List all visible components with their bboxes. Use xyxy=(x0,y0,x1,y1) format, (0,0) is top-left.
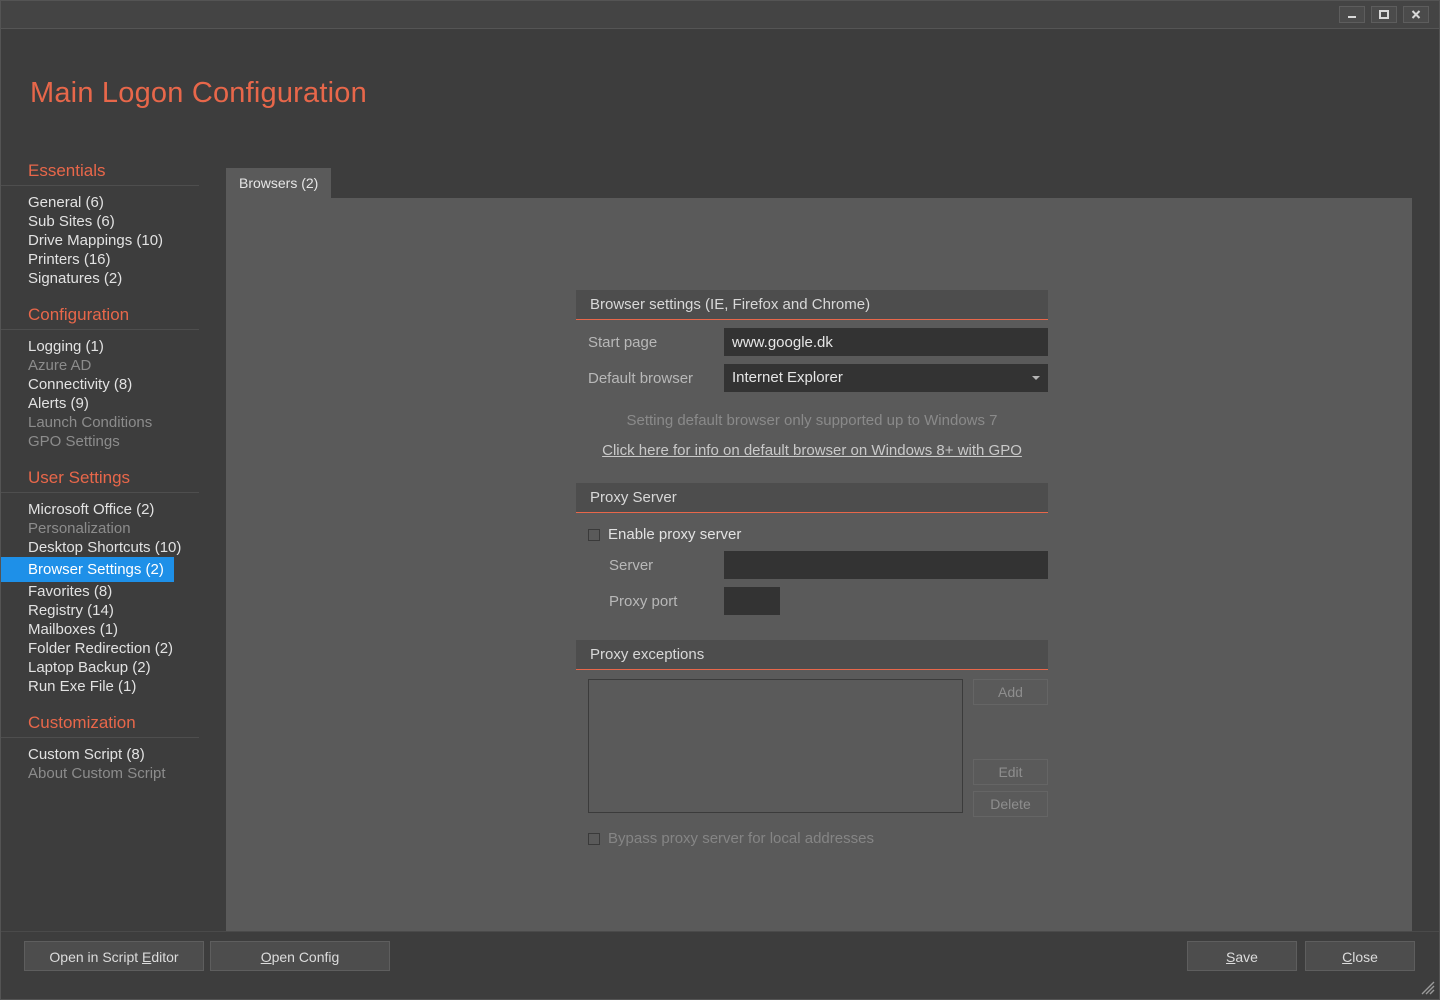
edit-button[interactable]: Edit xyxy=(973,759,1048,785)
sidebar-heading-configuration: Configuration xyxy=(1,305,199,330)
sidebar-heading-customization: Customization xyxy=(1,713,199,738)
sidebar-group-customization: Customization Custom Script (8) About Cu… xyxy=(1,713,213,783)
minimize-icon[interactable] xyxy=(1339,6,1365,23)
maximize-icon[interactable] xyxy=(1371,6,1397,23)
content-panel: Browser settings (IE, Firefox and Chrome… xyxy=(226,198,1412,950)
start-page-input[interactable] xyxy=(724,328,1048,356)
close-icon[interactable] xyxy=(1403,6,1429,23)
default-browser-row: Default browser Internet Explorer xyxy=(576,364,1048,392)
proxy-port-row: Proxy port xyxy=(576,587,1048,615)
enable-proxy-row[interactable]: Enable proxy server xyxy=(576,526,1048,543)
close-label: Close xyxy=(1342,949,1378,965)
page-title: Main Logon Configuration xyxy=(30,77,367,109)
sidebar: Essentials General (6) Sub Sites (6) Dri… xyxy=(1,161,213,800)
bypass-proxy-label: Bypass proxy server for local addresses xyxy=(608,830,874,847)
tab-browsers[interactable]: Browsers (2) xyxy=(226,168,332,198)
proxy-exceptions-buttons: Add Edit Delete xyxy=(973,679,1048,817)
start-page-row: Start page xyxy=(576,328,1048,356)
proxy-exceptions-body: Add Edit Delete xyxy=(576,679,1048,817)
application-window: Main Logon Configuration Essentials Gene… xyxy=(0,0,1440,1000)
proxy-port-label: Proxy port xyxy=(609,592,678,610)
resize-grip-icon[interactable] xyxy=(1421,981,1435,995)
enable-proxy-checkbox[interactable] xyxy=(588,528,600,541)
sidebar-item-run-exe-file[interactable]: Run Exe File (1) xyxy=(1,675,142,698)
browser-settings-section: Browser settings (IE, Firefox and Chrome… xyxy=(576,290,1048,459)
save-button[interactable]: Save xyxy=(1187,941,1297,971)
default-browser-select[interactable]: Internet Explorer xyxy=(724,364,1048,392)
proxy-server-header: Proxy Server xyxy=(576,483,1048,513)
footer-bar: Open in Script Editor Open Config Save C… xyxy=(1,931,1439,999)
sidebar-item-browser-settings[interactable]: Browser Settings (2) xyxy=(1,557,174,582)
default-browser-label: Default browser xyxy=(588,369,694,387)
sidebar-group-essentials: Essentials General (6) Sub Sites (6) Dri… xyxy=(1,161,213,288)
open-in-script-editor-label: Open in Script Editor xyxy=(49,949,179,965)
tab-strip: Browsers (2) xyxy=(226,168,332,198)
proxy-server-input[interactable] xyxy=(724,551,1048,579)
sidebar-group-configuration: Configuration Logging (1) Azure AD Conne… xyxy=(1,305,213,451)
default-browser-note: Setting default browser only supported u… xyxy=(626,412,998,429)
proxy-exceptions-section: Proxy exceptions Add Edit Delete Bypass … xyxy=(576,640,1048,847)
bypass-proxy-row[interactable]: Bypass proxy server for local addresses xyxy=(576,830,1048,847)
proxy-exceptions-listbox[interactable] xyxy=(588,679,963,813)
browser-settings-header: Browser settings (IE, Firefox and Chrome… xyxy=(576,290,1048,320)
gpo-info-link[interactable]: Click here for info on default browser o… xyxy=(576,442,1048,459)
sidebar-group-user-settings: User Settings Microsoft Office (2) Perso… xyxy=(1,468,213,696)
proxy-server-label: Server xyxy=(609,556,654,574)
chevron-down-icon xyxy=(1032,376,1040,380)
save-label: Save xyxy=(1226,949,1258,965)
open-config-button[interactable]: Open Config xyxy=(210,941,390,971)
open-config-label: Open Config xyxy=(260,949,340,965)
proxy-server-section: Proxy Server Enable proxy server Server … xyxy=(576,483,1048,615)
sidebar-item-desktop-shortcuts[interactable]: Desktop Shortcuts (10) xyxy=(1,536,187,559)
proxy-server-row: Server xyxy=(576,551,1048,579)
delete-button[interactable]: Delete xyxy=(973,791,1048,817)
default-browser-value: Internet Explorer xyxy=(732,369,843,386)
add-button[interactable]: Add xyxy=(973,679,1048,705)
bypass-proxy-checkbox[interactable] xyxy=(588,832,600,845)
sidebar-item-signatures[interactable]: Signatures (2) xyxy=(1,267,128,290)
proxy-exceptions-header: Proxy exceptions xyxy=(576,640,1048,670)
sidebar-heading-essentials: Essentials xyxy=(1,161,199,186)
enable-proxy-label: Enable proxy server xyxy=(608,526,742,543)
sidebar-heading-user-settings: User Settings xyxy=(1,468,199,493)
close-button[interactable]: Close xyxy=(1305,941,1415,971)
window-body: Main Logon Configuration Essentials Gene… xyxy=(1,29,1439,999)
title-bar xyxy=(1,1,1439,29)
sidebar-item-gpo-settings[interactable]: GPO Settings xyxy=(1,430,126,453)
sidebar-item-about-custom-script[interactable]: About Custom Script xyxy=(1,762,172,785)
start-page-label: Start page xyxy=(588,333,658,351)
proxy-port-input[interactable] xyxy=(724,587,780,615)
open-in-script-editor-button[interactable]: Open in Script Editor xyxy=(24,941,204,971)
